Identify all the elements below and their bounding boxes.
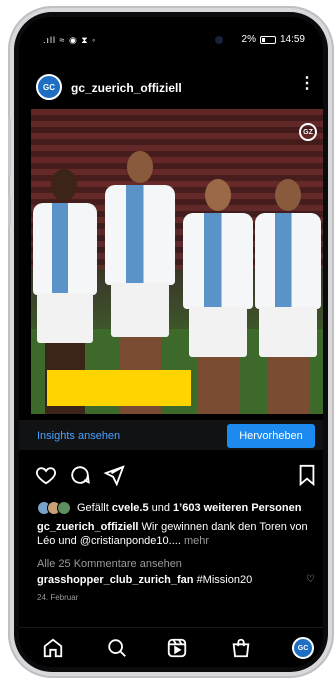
volume-button xyxy=(8,118,11,176)
post-photo[interactable]: GZ xyxy=(31,109,323,414)
promote-button[interactable]: Hervorheben xyxy=(227,424,315,448)
heart-icon[interactable] xyxy=(35,464,57,486)
view-comments-link[interactable]: Alle 25 Kommentare ansehen xyxy=(37,558,182,570)
likes-row[interactable]: Gefällt cvele.5 und 1’603 weiteren Perso… xyxy=(37,501,301,515)
caption-more-link[interactable]: mehr xyxy=(184,535,209,547)
clock: 14:59 xyxy=(279,34,305,45)
share-icon[interactable] xyxy=(103,464,125,486)
player-figure xyxy=(253,179,323,414)
nav-search[interactable] xyxy=(105,636,129,660)
avatar-text: GC xyxy=(43,82,55,92)
post-header: GC gc_zuerich_offiziell ⋮ xyxy=(19,72,323,106)
liker-avatars xyxy=(37,501,71,515)
search-icon xyxy=(108,639,126,657)
comment-item: grasshopper_club_zurich_fan #Mission20 xyxy=(37,574,309,586)
front-camera xyxy=(215,36,223,44)
caption-username[interactable]: gc_zuerich_offiziell xyxy=(37,521,138,533)
likes-prefix: Gefällt xyxy=(77,502,109,514)
screen: .ıll ≈ ◉ ⧗ ◦ 2% 14:59 GC gc_zuerich_offi… xyxy=(19,17,323,667)
post-actions xyxy=(19,464,323,488)
nav-profile[interactable]: GC xyxy=(291,636,315,660)
likes-count[interactable]: 1’603 weiteren Personen xyxy=(173,502,301,514)
more-options-icon[interactable]: ⋮ xyxy=(299,76,315,92)
nav-reels[interactable] xyxy=(165,636,189,660)
power-button xyxy=(8,196,11,226)
profile-avatar: GC xyxy=(292,637,314,659)
bottom-navigation: GC xyxy=(19,627,323,667)
status-right: 2% 14:59 xyxy=(242,34,305,45)
post-caption: gc_zuerich_offiziell Wir gewinnen dank d… xyxy=(37,520,319,548)
club-logo-icon: GZ xyxy=(299,123,317,141)
comment-icon[interactable] xyxy=(69,464,91,486)
shop-icon xyxy=(232,638,250,658)
likes-user[interactable]: cvele.5 xyxy=(112,502,149,514)
avatar[interactable]: GC xyxy=(36,74,62,100)
insights-link[interactable]: Insights ansehen xyxy=(37,430,120,442)
profile-avatar-text: GC xyxy=(297,644,309,652)
post-username[interactable]: gc_zuerich_offiziell xyxy=(71,81,182,95)
battery-icon xyxy=(259,35,276,44)
insights-bar: Insights ansehen Hervorheben xyxy=(19,420,323,450)
nav-shop[interactable] xyxy=(229,636,253,660)
status-icons: .ıll ≈ ◉ ⧗ ◦ xyxy=(43,35,97,45)
nav-home[interactable] xyxy=(41,636,65,660)
reels-icon xyxy=(167,638,187,658)
likes-connector: und xyxy=(151,502,170,514)
liker-avatar xyxy=(57,501,71,515)
post-date: 24. Februar xyxy=(37,593,79,602)
bookmark-icon[interactable] xyxy=(297,464,317,486)
club-logo-text: GZ xyxy=(303,128,313,136)
comment-text: #Mission20 xyxy=(196,574,253,586)
status-bar: .ıll ≈ ◉ ⧗ ◦ 2% 14:59 xyxy=(19,17,323,57)
battery-percent: 2% xyxy=(241,34,256,45)
player-figure xyxy=(181,179,255,414)
redaction-box xyxy=(47,370,191,406)
comment-username[interactable]: grasshopper_club_zurich_fan xyxy=(37,574,194,586)
home-icon xyxy=(43,638,63,658)
comment-like-icon[interactable]: ♡ xyxy=(306,574,315,585)
